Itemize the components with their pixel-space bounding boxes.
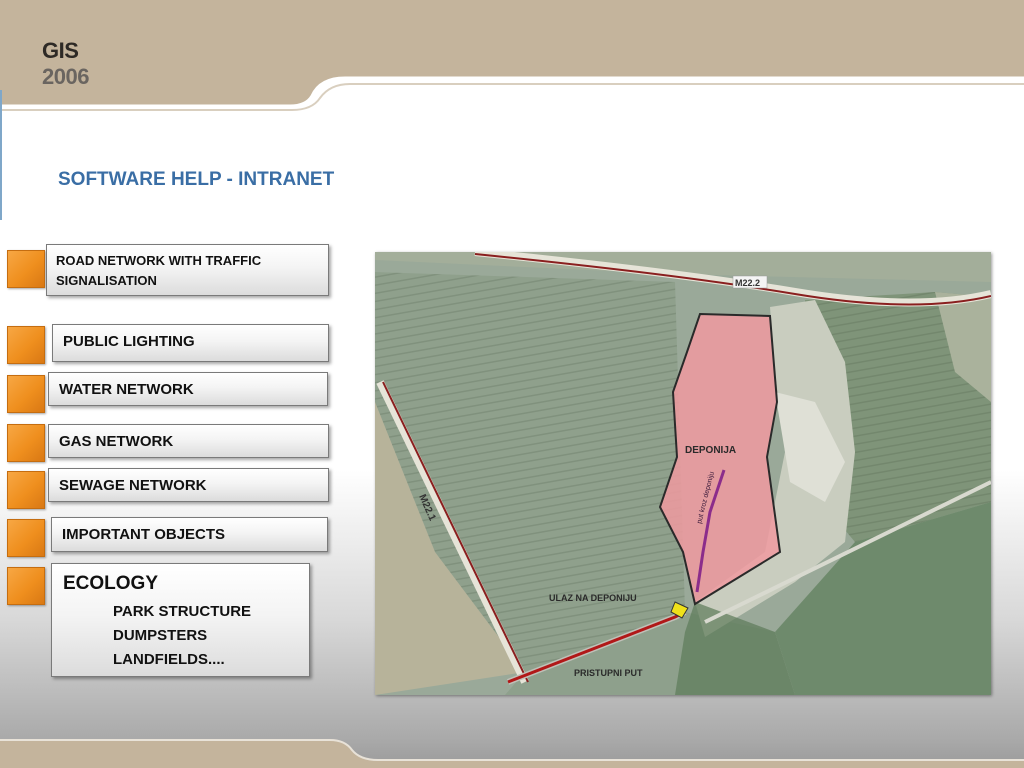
menu-sewage-network[interactable]: SEWAGE NETWORK xyxy=(48,468,329,502)
left-edge-accent xyxy=(0,90,2,220)
menu-road-network-label: ROAD NETWORK WITH TRAFFIC SIGNALISATION xyxy=(56,253,262,288)
header-band xyxy=(0,0,1024,111)
menu-ecology[interactable]: ECOLOGY PARK STRUCTURE DUMPSTERS LANDFIE… xyxy=(51,563,310,677)
map-label-road-top: M22.2 xyxy=(735,278,760,288)
menu-road-network[interactable]: ROAD NETWORK WITH TRAFFIC SIGNALISATION xyxy=(46,244,329,296)
orange-bullet-road xyxy=(7,250,45,288)
page-title: SOFTWARE HELP - INTRANET xyxy=(58,169,335,190)
menu-important-objects[interactable]: IMPORTANT OBJECTS xyxy=(51,517,328,552)
aerial-map[interactable]: M22.2 M22.1 DEPONIJA ULAZ NA DEPONIJU PR… xyxy=(375,252,991,695)
map-label-access-road: PRISTUPNI PUT xyxy=(574,668,643,678)
orange-bullet-water xyxy=(7,375,45,413)
aerial-map-image: M22.2 M22.1 DEPONIJA ULAZ NA DEPONIJU PR… xyxy=(375,252,991,695)
orange-bullet-ecology xyxy=(7,567,45,605)
orange-bullet-gas xyxy=(7,424,45,462)
orange-bullet-sewage xyxy=(7,471,45,509)
gis-logo: GIS 2006 xyxy=(42,40,89,88)
menu-water-network-label: WATER NETWORK xyxy=(59,381,194,398)
menu-important-objects-label: IMPORTANT OBJECTS xyxy=(62,526,226,543)
menu-gas-network-label: GAS NETWORK xyxy=(59,433,174,450)
ecology-item-park-structure[interactable]: PARK STRUCTURE xyxy=(113,603,251,620)
ecology-item-dumpsters[interactable]: DUMPSTERS xyxy=(113,627,207,644)
menu-ecology-title: ECOLOGY xyxy=(63,573,159,594)
menu-water-network[interactable]: WATER NETWORK xyxy=(48,372,328,406)
menu-public-lighting-label: PUBLIC LIGHTING xyxy=(63,333,195,350)
menu-gas-network[interactable]: GAS NETWORK xyxy=(48,424,329,458)
ecology-item-landfields[interactable]: LANDFIELDS.... xyxy=(113,651,225,668)
orange-bullet-objects xyxy=(7,519,45,557)
orange-bullet-lighting xyxy=(7,326,45,364)
menu-public-lighting[interactable]: PUBLIC LIGHTING xyxy=(52,324,329,362)
logo-text-year: 2006 xyxy=(42,64,89,89)
logo-text-gis: GIS xyxy=(42,38,79,63)
map-label-landfill: DEPONIJA xyxy=(685,445,736,456)
map-label-entrance: ULAZ NA DEPONIJU xyxy=(549,593,637,603)
menu-sewage-network-label: SEWAGE NETWORK xyxy=(59,477,207,494)
footer-band xyxy=(0,739,1024,768)
